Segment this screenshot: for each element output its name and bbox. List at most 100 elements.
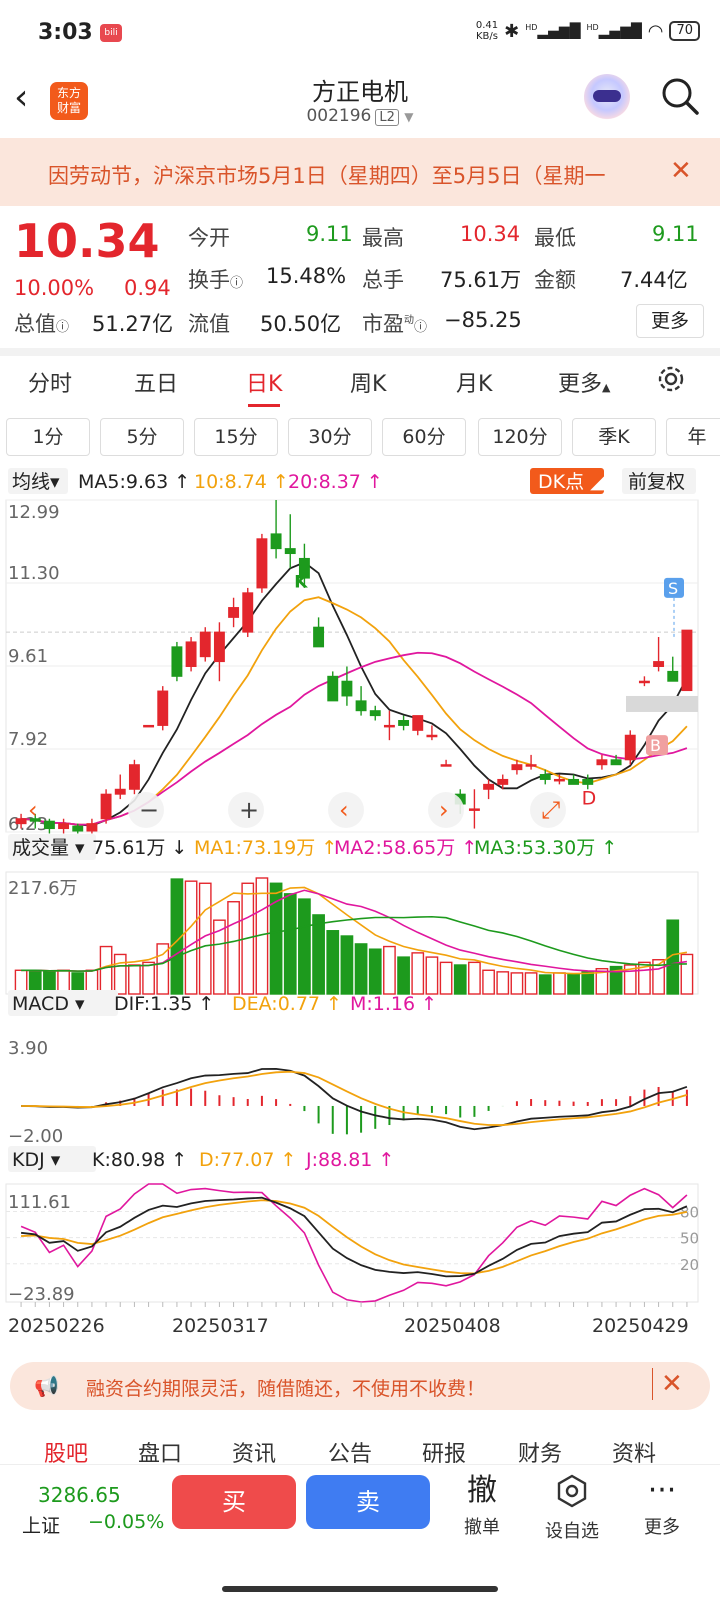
k-line-chart-area[interactable]: 12.99 11.30 9.61 7.92 6.23 均线▾ MA5:9.63 ↑ 10:8.… <box>0 462 720 1362</box>
ad-text: 融资合约期限灵活，随借随还，不使用不收费！ <box>86 1378 486 1400</box>
margin-financing-ad[interactable]: 📢 融资合约期限灵活，随借随还，不使用不收费！ ✕ <box>10 1362 710 1410</box>
market-cap-label[interactable]: 总值ⓘ <box>14 308 69 338</box>
tab-monthly-k[interactable]: 月K <box>456 366 492 398</box>
cancel-order-button[interactable]: 撤 撤单 <box>442 1473 522 1539</box>
add-watchlist-label: 设自选 <box>545 1521 599 1542</box>
bottom-trade-bar: 3286.65 上证 −0.05% 买 卖 撤 撤单 设自选 ··· 更多 <box>0 1464 720 1601</box>
candle <box>383 724 395 728</box>
holiday-notice-banner[interactable]: 因劳动节，沪深京市场5月1日（星期四）至5月5日（星期一 ✕ <box>0 138 720 206</box>
index-value[interactable]: 3286.65 <box>38 1483 121 1507</box>
period-15min[interactable]: 15分 <box>194 418 278 456</box>
volume-bar <box>425 956 439 995</box>
open-value: 9.11 <box>306 222 353 246</box>
close-icon[interactable]: ✕ <box>652 1368 683 1400</box>
kdj-right-tick: 50 <box>680 1230 699 1248</box>
last-price: 10.34 <box>14 214 160 268</box>
close-icon[interactable]: ✕ <box>670 156 692 186</box>
tab-research[interactable]: 研报 <box>422 1436 466 1464</box>
tab-profile[interactable]: 资料 <box>612 1436 656 1464</box>
indicator-current: 75.61万 ↓ <box>92 837 187 859</box>
tab-intraday[interactable]: 分时 <box>28 366 72 398</box>
candle <box>412 715 424 731</box>
tab-five-day[interactable]: 五日 <box>134 366 178 398</box>
volume-bar <box>354 943 368 995</box>
period-1min[interactable]: 1分 <box>6 418 90 456</box>
amount-label: 金额 <box>534 268 576 292</box>
low-value: 9.11 <box>652 222 699 246</box>
volume-axis-tick: 217.6万 <box>8 878 78 899</box>
settings-gear-icon[interactable] <box>656 364 686 394</box>
open-label: 今开 <box>188 226 230 250</box>
cancel-order-glyph: 撤 <box>467 1473 497 1508</box>
candle <box>539 774 551 780</box>
add-watchlist-button[interactable]: 设自选 <box>532 1473 612 1543</box>
candle <box>327 675 339 702</box>
home-indicator <box>222 1586 498 1592</box>
dif-line <box>21 1067 688 1131</box>
pe-label[interactable]: 市盈动ⓘ <box>362 308 427 338</box>
info-icon: ⓘ <box>414 320 428 335</box>
period-5min[interactable]: 5分 <box>100 418 184 456</box>
candle <box>483 783 495 790</box>
bluetooth-icon: ✱ <box>504 20 520 42</box>
candle <box>15 818 27 825</box>
price-axis-tick: 11.30 <box>8 563 60 584</box>
period-60min[interactable]: 60分 <box>382 418 466 456</box>
buy-button[interactable]: 买 <box>172 1475 296 1529</box>
tab-news[interactable]: 资讯 <box>232 1436 276 1464</box>
candle <box>398 720 410 726</box>
indicator-name: 成交量 ▾ <box>12 837 85 859</box>
assistant-robot-icon[interactable] <box>584 74 630 120</box>
info-icon: ⓘ <box>56 320 70 335</box>
dropdown-icon: ▼ <box>404 110 414 124</box>
volume-bar <box>468 961 481 995</box>
search-icon[interactable] <box>660 76 700 116</box>
macd-axis-top: 3.90 <box>8 1038 48 1059</box>
more-quote-button[interactable]: 更多 <box>636 304 704 338</box>
chart-svg[interactable]: 12.9911.309.617.926.23均线▾ MA5:9.63 ↑ 10:8.… <box>0 462 720 1362</box>
period-quarter-k[interactable]: 季K <box>572 418 656 456</box>
volume-bar <box>524 972 538 995</box>
legend-ma1: MA1:73.19万 ↑ <box>194 837 337 859</box>
status-bar: 3:03 bili 0.41 KB/s ✱ HD▂▄▆█ HD▂▄▆█ ◠ 70 <box>0 0 720 66</box>
volume-bar <box>680 953 694 995</box>
banner-text: 因劳动节，沪深京市场5月1日（星期四）至5月5日（星期一 <box>48 164 606 188</box>
period-120min[interactable]: 120分 <box>478 418 562 456</box>
divider <box>0 348 720 356</box>
date-tick: 20250429 <box>592 1315 689 1337</box>
tab-announcements[interactable]: 公告 <box>328 1436 372 1464</box>
period-30min[interactable]: 30分 <box>288 418 372 456</box>
index-name[interactable]: 上证 <box>22 1511 60 1538</box>
dk-point-label: DK点 ◢ <box>538 471 605 493</box>
tab-more[interactable]: 更多▲ <box>558 366 610 398</box>
tab-orderbook[interactable]: 盘口 <box>138 1436 182 1464</box>
candle <box>171 646 183 677</box>
pe-value: −85.25 <box>444 308 522 332</box>
candle <box>72 825 84 832</box>
more-menu-button[interactable]: ··· 更多 <box>622 1473 702 1539</box>
tab-financials[interactable]: 财务 <box>518 1436 562 1464</box>
pan-left-edge-icon: ‹ <box>28 796 38 824</box>
date-tick: 20250317 <box>172 1315 269 1337</box>
period-year-k[interactable]: 年 <box>666 418 720 456</box>
volume-bar <box>482 969 495 995</box>
level2-badge: L2 <box>375 109 399 126</box>
ma-selector-label: 均线▾ <box>12 471 60 493</box>
volume-bar <box>113 953 127 995</box>
index-percent[interactable]: −0.05% <box>88 1511 164 1533</box>
wifi-icon: ◠ <box>647 20 664 42</box>
kdj-axis-top: 111.61 <box>8 1192 71 1213</box>
date-tick: 20250408 <box>404 1315 501 1337</box>
sell-button[interactable]: 卖 <box>306 1475 430 1529</box>
tab-daily-k[interactable]: 日K <box>246 366 282 407</box>
stock-code: 002196 <box>306 106 372 126</box>
candle <box>596 759 608 766</box>
tab-weekly-k[interactable]: 周K <box>350 366 386 398</box>
net-speed: 0.41 KB/s <box>475 20 499 42</box>
tab-forum[interactable]: 股吧 <box>44 1436 88 1464</box>
volume-bar <box>128 964 141 995</box>
legend-ma2: MA2:58.65万 ↑ <box>334 837 477 859</box>
candle <box>43 820 55 830</box>
turnover-label[interactable]: 换手ⓘ <box>188 264 243 294</box>
float-cap-value: 50.50亿 <box>260 312 342 336</box>
